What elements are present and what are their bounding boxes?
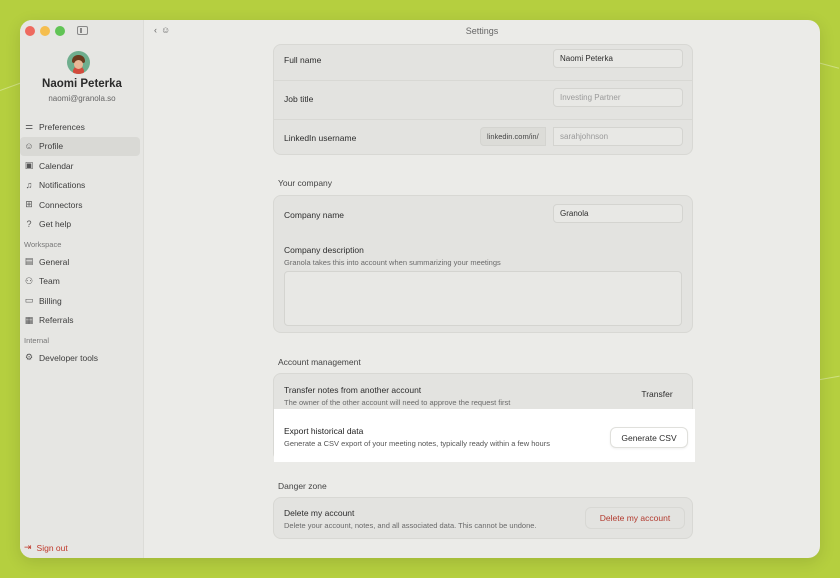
sidebar-item-get-help[interactable]: ? Get help (20, 215, 140, 235)
sidebar-item-label: Developer tools (39, 352, 99, 363)
sidebar-section-workspace: Workspace (24, 240, 62, 249)
sidebar-item-label: Team (39, 276, 60, 287)
avatar (67, 51, 90, 74)
danger-card: Delete my account Delete your account, n… (273, 497, 693, 539)
company-description-label: Company description (284, 245, 364, 255)
divider (274, 119, 692, 120)
section-danger-zone: Danger zone (278, 481, 327, 491)
company-name-label: Company name (284, 210, 345, 220)
sidebar: Naomi Peterka naomi@granola.so ⚌ Prefere… (20, 20, 144, 558)
team-icon: ⚇ (24, 275, 34, 286)
delete-account-button[interactable]: Delete my account (585, 507, 685, 529)
export-label: Export historical data (284, 426, 364, 436)
bell-icon: ♫ (25, 180, 33, 191)
calendar-icon: ▣ (24, 160, 34, 171)
full-name-input[interactable]: Naomi Peterka (553, 49, 683, 68)
sidebar-item-label: Preferences (39, 121, 85, 132)
sidebar-item-label: Referrals (39, 315, 74, 326)
sidebar-item-notifications[interactable]: ♫ Notifications (20, 176, 140, 196)
sidebar-item-developer-tools[interactable]: ⚙ Developer tools (20, 348, 140, 368)
linkedin-prefix: linkedin.com/in/ (480, 127, 546, 146)
user-name: Naomi Peterka (42, 78, 122, 90)
gear-icon: ⚙ (24, 352, 34, 363)
building-icon: ▤ (24, 256, 34, 267)
card-icon: ▭ (24, 295, 34, 306)
transfer-hint: The owner of the other account will need… (284, 398, 511, 407)
sidebar-item-label: Connectors (39, 199, 83, 210)
transfer-button[interactable]: Transfer (632, 385, 682, 403)
divider (274, 80, 692, 81)
company-name-input[interactable]: Granola (553, 204, 683, 223)
user-email: naomi@granola.so (48, 94, 116, 103)
app-window: Naomi Peterka naomi@granola.so ⚌ Prefere… (20, 20, 820, 558)
sidebar-item-profile[interactable]: ☺ Profile (20, 136, 140, 156)
linkedin-input[interactable]: sarahjohnson (553, 127, 683, 146)
sidebar-item-label: Billing (39, 295, 62, 306)
sidebar-item-label: Notifications (39, 180, 86, 191)
sidebar-item-team[interactable]: ⚇ Team (20, 272, 140, 292)
full-name-label: Full name (284, 55, 322, 65)
sliders-icon: ⚌ (24, 121, 34, 132)
company-card: Company name Granola Company description… (273, 195, 693, 333)
sidebar-item-label: Calendar (39, 160, 74, 171)
sidebar-item-general[interactable]: ▤ General (20, 252, 140, 272)
section-your-company: Your company (278, 178, 333, 188)
settings-content: Full name Naomi Peterka Job title Invest… (273, 20, 693, 558)
company-description-hint: Granola takes this into account when sum… (284, 258, 501, 267)
delete-account-hint: Delete your account, notes, and all asso… (284, 521, 537, 530)
section-account-management: Account management (278, 357, 361, 367)
job-title-input[interactable]: Investing Partner (553, 88, 683, 107)
gift-icon: ▦ (24, 314, 34, 325)
export-hint: Generate a CSV export of your meeting no… (284, 439, 550, 448)
grid-icon: ⊞ (25, 199, 33, 210)
generate-csv-button[interactable]: Generate CSV (610, 427, 688, 448)
sidebar-item-label: General (39, 256, 70, 267)
person-icon: ☺ (24, 141, 34, 152)
sidebar-item-preferences[interactable]: ⚌ Preferences (20, 117, 140, 137)
sidebar-item-label: Get help (39, 219, 72, 230)
sidebar-item-billing[interactable]: ▭ Billing (20, 291, 140, 311)
export-row: Export historical data Generate a CSV ex… (274, 409, 695, 462)
job-title-label: Job title (284, 94, 314, 104)
sidebar-item-connectors[interactable]: ⊞ Connectors (20, 195, 140, 215)
delete-account-label: Delete my account (284, 508, 355, 518)
help-icon: ? (26, 219, 32, 230)
sidebar-toggle-icon[interactable] (77, 26, 88, 35)
transfer-label: Transfer notes from another account (284, 385, 422, 395)
close-window-button[interactable] (25, 26, 35, 36)
profile-card: Full name Naomi Peterka Job title Invest… (273, 44, 693, 155)
sidebar-item-calendar[interactable]: ▣ Calendar (20, 156, 140, 176)
minimize-window-button[interactable] (40, 26, 50, 36)
linkedin-label: LinkedIn username (284, 133, 357, 143)
company-description-input[interactable] (284, 271, 682, 326)
sign-out-label: Sign out (36, 542, 68, 553)
window-controls (25, 26, 65, 36)
sidebar-section-internal: Internal (24, 336, 50, 345)
sidebar-item-label: Profile (39, 141, 64, 152)
maximize-window-button[interactable] (55, 26, 65, 36)
sign-out-icon: ⇥ (24, 542, 32, 552)
sidebar-item-referrals[interactable]: ▦ Referrals (20, 311, 140, 331)
sign-out-button[interactable]: ⇥ Sign out (24, 542, 68, 553)
sidebar-nav: ⚌ Preferences ☺ Profile ▣ Calendar ♫ Not… (20, 117, 144, 368)
